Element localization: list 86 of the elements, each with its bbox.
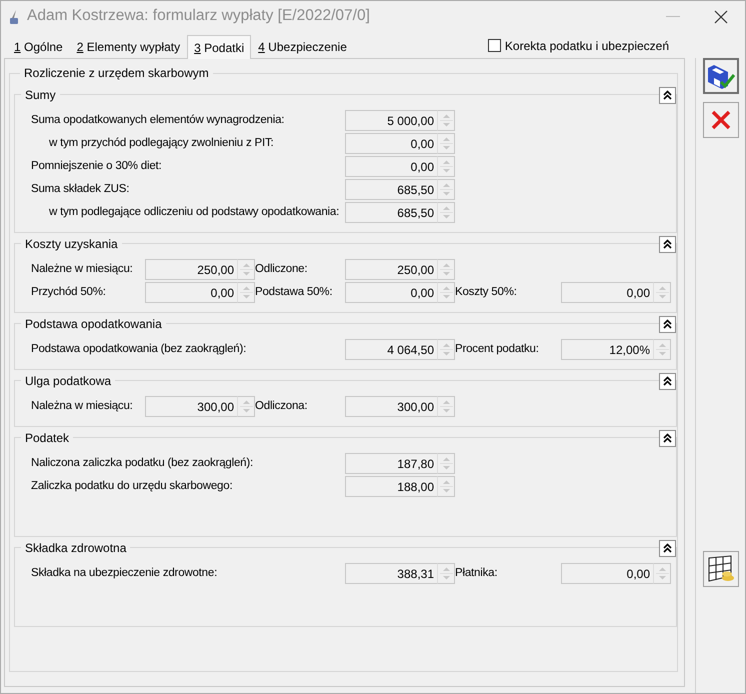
field-label: Składka na ubezpieczenie zdrowotne: bbox=[31, 566, 218, 581]
tab[interactable]: 1 Ogólne bbox=[7, 36, 70, 58]
korekta-checkbox[interactable]: Korekta podatku i ubezpieczeń bbox=[488, 38, 669, 53]
field-label: w tym podlegające odliczeniu od podstawy opodatkowania: bbox=[48, 206, 340, 220]
number-field[interactable]: 0,00 bbox=[345, 156, 437, 178]
section-title: Sumy bbox=[21, 88, 60, 103]
number-field[interactable]: 685,50 bbox=[345, 179, 437, 200]
number-field[interactable]: 188,00 bbox=[345, 476, 437, 498]
number-field[interactable]: 0,00 bbox=[145, 282, 237, 304]
double-chevron-up-icon bbox=[663, 543, 672, 554]
number-field[interactable]: 0,00 bbox=[561, 563, 653, 584]
spin-button[interactable] bbox=[437, 453, 455, 474]
spin-button[interactable] bbox=[437, 156, 455, 178]
collapse-button[interactable] bbox=[659, 372, 676, 390]
save-button[interactable] bbox=[702, 58, 738, 94]
field-label: Suma składek ZUS: bbox=[31, 182, 130, 197]
field-label: Przychód 50%: bbox=[31, 286, 107, 300]
section-title: Koszty uzyskania bbox=[21, 237, 122, 252]
number-field[interactable]: 0,00 bbox=[345, 282, 437, 304]
group-title: Rozliczenie z urzędem skarbowym bbox=[20, 66, 213, 80]
tab[interactable]: 4 Ubezpieczenie bbox=[251, 36, 354, 58]
spin-button[interactable] bbox=[437, 133, 455, 154]
tab[interactable]: 2 Elementy wypłaty bbox=[70, 36, 188, 58]
field-label: Podstawa 50%: bbox=[255, 286, 334, 300]
spin-button[interactable] bbox=[437, 179, 455, 200]
app-icon bbox=[7, 8, 21, 24]
field-label: Płatnika: bbox=[455, 566, 498, 581]
number-field[interactable]: 685,50 bbox=[345, 202, 437, 224]
number-field[interactable]: 5 000,00 bbox=[345, 110, 437, 132]
minimize-icon bbox=[666, 16, 680, 18]
collapse-button[interactable] bbox=[659, 540, 676, 557]
field-label: Zaliczka podatku do urzędu skarbowego: bbox=[31, 480, 234, 494]
spin-button[interactable] bbox=[437, 563, 455, 584]
field-label: Koszty 50%: bbox=[455, 286, 518, 300]
close-icon bbox=[714, 10, 728, 24]
number-field[interactable]: 0,00 bbox=[345, 133, 437, 154]
spin-button[interactable] bbox=[653, 339, 671, 360]
spin-button[interactable] bbox=[237, 282, 255, 304]
section-title: Ulga podatkowa bbox=[21, 374, 116, 389]
field-label: Odliczona: bbox=[255, 400, 308, 414]
spin-button[interactable] bbox=[437, 259, 455, 280]
number-field[interactable]: 300,00 bbox=[145, 396, 237, 418]
tab[interactable]: 3 Podatki bbox=[187, 34, 252, 59]
collapse-button[interactable] bbox=[659, 316, 676, 333]
collapse-button[interactable] bbox=[659, 236, 676, 253]
spin-button[interactable] bbox=[437, 339, 455, 360]
spin-button[interactable] bbox=[653, 282, 671, 304]
cancel-icon bbox=[710, 109, 732, 131]
cancel-button[interactable] bbox=[702, 102, 738, 138]
window-title: Adam Kostrzewa: formularz wypłaty [E/2022/07/0] bbox=[27, 7, 371, 26]
number-field[interactable]: 187,80 bbox=[345, 453, 437, 474]
double-chevron-up-icon bbox=[663, 433, 672, 444]
field-label: Pomniejszenie o 30% diet: bbox=[31, 160, 163, 174]
number-field[interactable]: 0,00 bbox=[561, 282, 653, 304]
table-coins-icon bbox=[706, 554, 736, 584]
payments-button[interactable] bbox=[702, 551, 738, 587]
floppy-disk-icon bbox=[706, 62, 736, 90]
double-chevron-up-icon bbox=[663, 239, 672, 250]
double-chevron-up-icon bbox=[663, 376, 672, 386]
field-label: Suma opodatkowanych elementów wynagrodzenia: bbox=[31, 114, 286, 128]
number-field[interactable]: 250,00 bbox=[145, 259, 237, 280]
spin-button[interactable] bbox=[437, 396, 455, 418]
spin-button[interactable] bbox=[437, 202, 455, 224]
field-label: w tym przychód podlegający zwolnieniu z PIT: bbox=[48, 136, 275, 151]
number-field[interactable]: 300,00 bbox=[345, 396, 437, 418]
double-chevron-up-icon bbox=[663, 319, 672, 330]
spin-button[interactable] bbox=[437, 110, 455, 132]
spin-button[interactable] bbox=[653, 563, 671, 584]
field-label: Odliczone: bbox=[255, 262, 308, 277]
collapse-button[interactable] bbox=[659, 86, 676, 104]
number-field[interactable]: 388,31 bbox=[345, 563, 437, 584]
section-title: Podstawa opodatkowania bbox=[21, 317, 166, 332]
collapse-button[interactable] bbox=[659, 430, 676, 447]
double-chevron-up-icon bbox=[663, 90, 672, 100]
spin-button[interactable] bbox=[437, 476, 455, 498]
field-label: Podstawa opodatkowania (bez zaokrągleń): bbox=[31, 342, 248, 357]
spin-button[interactable] bbox=[237, 396, 255, 418]
spin-button[interactable] bbox=[237, 259, 255, 280]
number-field[interactable]: 12,00% bbox=[561, 339, 653, 360]
field-label: Należna w miesiącu: bbox=[31, 400, 134, 414]
number-field[interactable]: 4 064,50 bbox=[345, 339, 437, 360]
number-field[interactable]: 250,00 bbox=[345, 259, 437, 280]
field-label: Procent podatku: bbox=[455, 342, 540, 357]
field-label: Naliczona zaliczka podatku (bez zaokrągleń): bbox=[31, 456, 254, 471]
field-label: Należne w miesiącu: bbox=[31, 262, 134, 277]
spin-button[interactable] bbox=[437, 282, 455, 304]
